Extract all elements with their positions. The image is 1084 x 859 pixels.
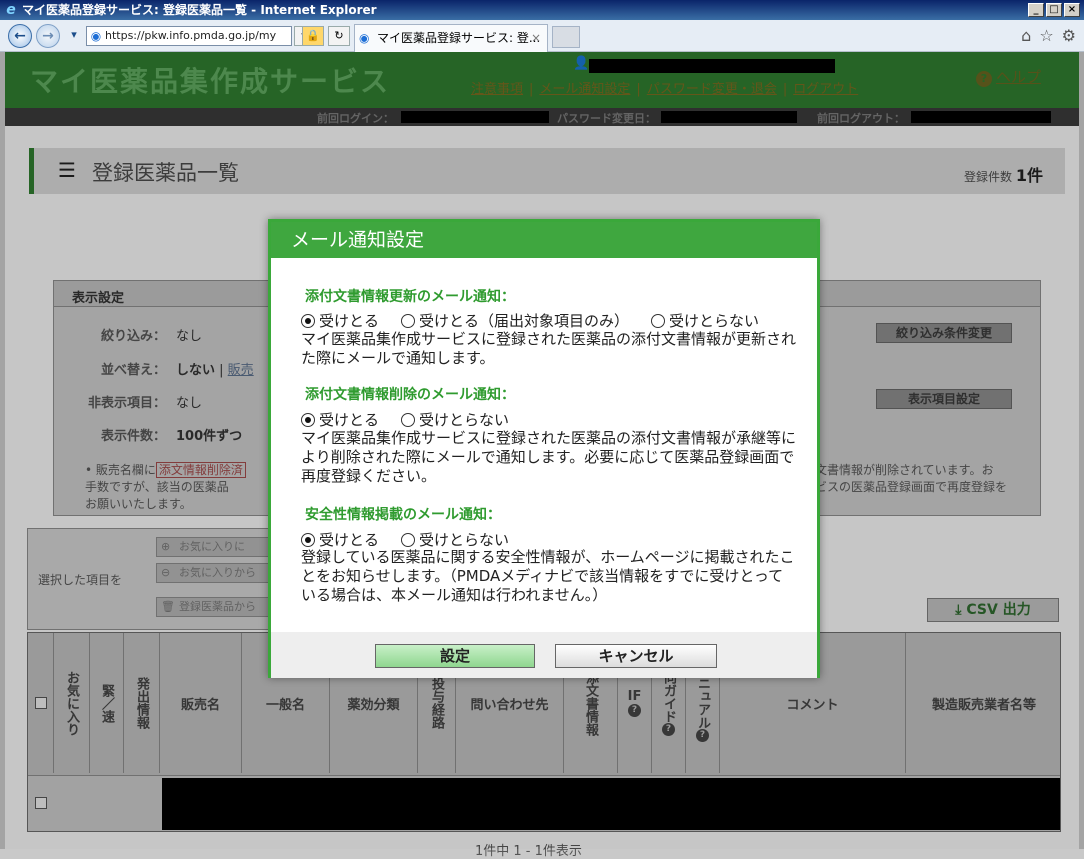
radio-unselected-icon [401, 413, 416, 427]
internet-explorer-icon: e [6, 2, 16, 18]
set-button[interactable]: 設定 [375, 644, 535, 668]
settings-gear-icon[interactable]: ⚙ [1062, 26, 1076, 45]
tab-title: マイ医薬品登録サービス: 登... [377, 31, 541, 45]
section-safety-heading: 安全性情報掲載のメール通知： [305, 507, 501, 523]
section-safety-options: 受けとる 受けとらない [301, 529, 531, 550]
history-dropdown-icon[interactable]: ▾ [64, 26, 84, 46]
radio-update-receive-limited[interactable]: 受けとる（届出対象項目のみ） [401, 312, 629, 330]
window-title: マイ医薬品登録サービス: 登録医薬品一覧 - Internet Explorer [22, 3, 377, 17]
browser-right-icons: ⌂ ☆ ⚙ [1021, 26, 1076, 45]
section-delete-heading: 添付文書情報削除のメール通知： [305, 387, 515, 403]
radio-unselected-icon [401, 533, 416, 547]
radio-safety-decline[interactable]: 受けとらない [401, 531, 509, 549]
url-text: https://pkw.info.pmda.go.jp/my [105, 29, 277, 42]
radio-delete-receive[interactable]: 受けとる [301, 411, 379, 429]
section-delete-description: マイ医薬品集作成サービスに登録された医薬品の添付文書情報が承継等により削除された… [301, 429, 797, 485]
back-arrow-icon[interactable]: ← [8, 24, 32, 48]
radio-safety-receive[interactable]: 受けとる [301, 531, 379, 549]
lock-icon[interactable]: 🔒 [302, 26, 324, 46]
section-update-options: 受けとる 受けとる（届出対象項目のみ） 受けとらない [301, 310, 759, 331]
new-tab-button[interactable] [552, 26, 580, 48]
dialog-title: メール通知設定 [271, 222, 817, 258]
radio-update-receive[interactable]: 受けとる [301, 312, 379, 330]
cancel-button[interactable]: キャンセル [555, 644, 717, 668]
section-safety-description: 登録している医薬品に関する安全性情報が、ホームページに掲載されたことをお知らせし… [301, 548, 795, 604]
refresh-icon[interactable]: ↻ [328, 26, 350, 46]
close-window-button[interactable]: × [1064, 3, 1080, 17]
radio-selected-icon [301, 314, 315, 328]
dialog-footer: 設定 キャンセル [271, 632, 817, 678]
window-titlebar: e マイ医薬品登録サービス: 登録医薬品一覧 - Internet Explor… [0, 0, 1084, 20]
minimize-button[interactable]: _ [1028, 3, 1044, 17]
address-bar[interactable]: ◉ https://pkw.info.pmda.go.jp/my [86, 26, 292, 46]
favorites-star-icon[interactable]: ☆ [1039, 26, 1053, 45]
radio-selected-icon [301, 533, 315, 547]
browser-navbar: ← → ▾ ◉ https://pkw.info.pmda.go.jp/my ▾… [0, 20, 1084, 52]
section-delete-options: 受けとる 受けとらない [301, 409, 531, 430]
tab-close-icon[interactable]: × [531, 25, 541, 51]
radio-unselected-icon [651, 314, 666, 328]
radio-unselected-icon [401, 314, 416, 328]
window-controls: _ □ × [1028, 3, 1080, 17]
home-icon[interactable]: ⌂ [1021, 26, 1031, 45]
maximize-button[interactable]: □ [1046, 3, 1062, 17]
tab-page-icon: ◉ [359, 31, 370, 45]
section-update-heading: 添付文書情報更新のメール通知： [305, 289, 515, 305]
radio-update-decline[interactable]: 受けとらない [651, 312, 759, 330]
mail-notification-dialog: メール通知設定 添付文書情報更新のメール通知： 受けとる 受けとる（届出対象項目の… [268, 219, 820, 678]
browser-tab[interactable]: ◉ マイ医薬品登録サービス: 登... × [354, 24, 548, 52]
radio-selected-icon [301, 413, 315, 427]
forward-arrow-icon[interactable]: → [36, 24, 60, 48]
section-update-description: マイ医薬品集作成サービスに登録された医薬品の添付文書情報が更新された際にメールで… [301, 330, 797, 367]
radio-delete-decline[interactable]: 受けとらない [401, 411, 509, 429]
page-icon: ◉ [90, 29, 102, 43]
